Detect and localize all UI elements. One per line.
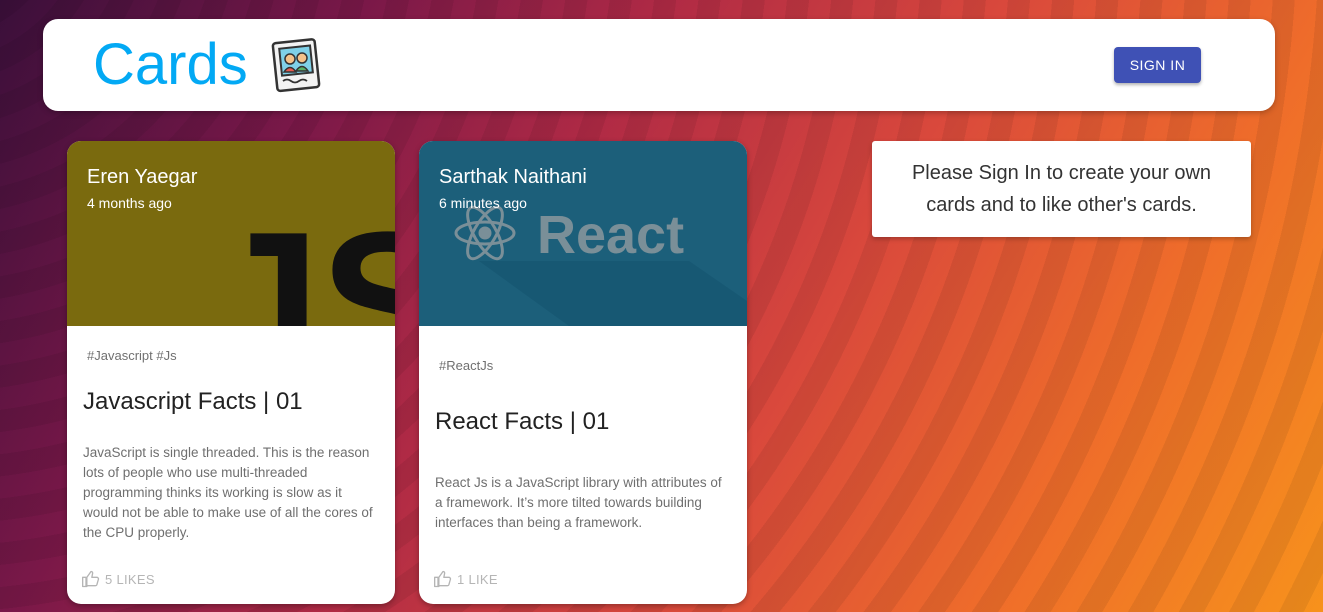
thumb-up-icon	[82, 570, 100, 588]
card-title: React Facts | 01	[435, 408, 610, 435]
svg-text:JS: JS	[209, 191, 395, 326]
thumb-up-icon	[434, 570, 452, 588]
signin-prompt-box: Please Sign In to create your own cards …	[872, 141, 1251, 237]
card: React Sarthak Naithani 6 minutes ago #Re…	[419, 141, 747, 604]
card-tags: #Javascript #Js	[87, 348, 177, 363]
card-timestamp: 4 months ago	[87, 195, 172, 211]
like-button[interactable]: 5 LIKES	[81, 569, 155, 589]
card-media: React Sarthak Naithani 6 minutes ago	[419, 141, 747, 326]
like-count: 5 LIKES	[105, 571, 155, 587]
svg-text:React: React	[537, 205, 684, 265]
app-bar: Cards SIGN IN	[43, 19, 1275, 111]
brand-title[interactable]: Cards	[93, 29, 248, 101]
card-media: JS Eren Yaegar 4 months ago	[67, 141, 395, 326]
card-description: React Js is a JavaScript library with at…	[435, 475, 722, 530]
card-title: Javascript Facts | 01	[83, 388, 303, 415]
card-description: JavaScript is single threaded. This is t…	[83, 445, 373, 540]
like-count: 1 LIKE	[457, 571, 498, 587]
card-author: Sarthak Naithani	[439, 166, 587, 188]
signin-prompt-text: Please Sign In to create your own cards …	[911, 162, 1212, 216]
sign-in-button[interactable]: SIGN IN	[1114, 47, 1201, 83]
card-timestamp: 6 minutes ago	[439, 195, 527, 211]
card-author: Eren Yaegar	[87, 166, 198, 188]
card-tags: #ReactJs	[439, 358, 494, 373]
card: JS Eren Yaegar 4 months ago #Javascript …	[67, 141, 395, 604]
photo-frame-icon	[271, 38, 321, 93]
like-button[interactable]: 1 LIKE	[433, 569, 498, 589]
